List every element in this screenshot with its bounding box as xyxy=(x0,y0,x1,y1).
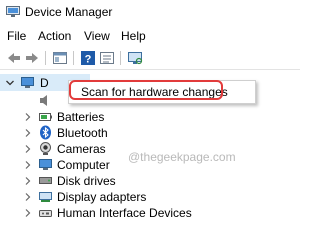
chevron-down-icon[interactable] xyxy=(5,77,15,87)
toolbar-separator xyxy=(45,51,46,65)
device-manager-icon xyxy=(6,6,20,18)
device-manager-window: Device Manager File Action View Help ? D… xyxy=(0,0,300,224)
chevron-right-icon[interactable] xyxy=(23,143,33,153)
scan-monitor-icon[interactable] xyxy=(127,50,143,66)
window-title: Device Manager xyxy=(25,5,113,19)
properties-icon[interactable] xyxy=(52,50,68,66)
battery-icon xyxy=(38,109,53,124)
camera-icon xyxy=(38,141,53,156)
title-bar: Device Manager xyxy=(0,0,300,26)
tree-node-hid[interactable]: Human Interface Devices xyxy=(0,204,300,221)
chevron-right-icon[interactable] xyxy=(23,191,33,201)
back-arrow-icon[interactable] xyxy=(6,50,22,66)
toolbar-separator xyxy=(73,51,74,65)
tree-node-display-adapters[interactable]: Display adapters xyxy=(0,188,300,205)
tree-node-label: Bluetooth xyxy=(57,126,108,140)
chevron-right-icon[interactable] xyxy=(23,127,33,137)
menu-bar: File Action View Help xyxy=(0,26,300,46)
chevron-right-icon[interactable] xyxy=(23,159,33,169)
tree-node-disk-drives[interactable]: Disk drives xyxy=(0,172,300,189)
computer-icon xyxy=(20,75,35,90)
hid-icon xyxy=(38,205,53,220)
tree-node-batteries[interactable]: Batteries xyxy=(0,108,300,125)
tree-root-label: D xyxy=(40,76,49,90)
scan-hardware-changes-item[interactable]: Scan for hardware changes xyxy=(81,85,228,99)
display-adapter-icon xyxy=(38,189,53,204)
computer-icon xyxy=(38,157,53,172)
chevron-right-icon[interactable] xyxy=(23,207,33,217)
view-icon[interactable] xyxy=(99,50,115,66)
help-icon[interactable]: ? xyxy=(80,50,96,66)
chevron-right-icon[interactable] xyxy=(23,111,33,121)
menu-action[interactable]: Action xyxy=(38,29,71,43)
tree-node-label: Batteries xyxy=(57,110,105,124)
svg-text:?: ? xyxy=(85,54,92,66)
tree-node-label: Cameras xyxy=(57,142,106,156)
watermark: @thegeekpage.com xyxy=(128,150,236,164)
menu-help[interactable]: Help xyxy=(121,29,146,43)
chevron-right-icon[interactable] xyxy=(23,175,33,185)
tree-node-bluetooth[interactable]: Bluetooth xyxy=(0,124,300,141)
tree-node-label: Human Interface Devices xyxy=(57,206,192,220)
bluetooth-icon xyxy=(38,125,53,140)
disk-drive-icon xyxy=(38,173,53,188)
tree-node-label: Computer xyxy=(57,158,110,172)
menu-view[interactable]: View xyxy=(84,29,110,43)
toolbar: ? xyxy=(0,47,300,70)
context-menu: Scan for hardware changes xyxy=(68,80,256,104)
tree-node-label: Disk drives xyxy=(57,174,116,188)
audio-icon xyxy=(38,93,53,108)
tree-node-label: Display adapters xyxy=(57,190,147,204)
toolbar-separator xyxy=(120,51,121,65)
menu-file[interactable]: File xyxy=(7,29,26,43)
forward-arrow-icon[interactable] xyxy=(24,50,40,66)
